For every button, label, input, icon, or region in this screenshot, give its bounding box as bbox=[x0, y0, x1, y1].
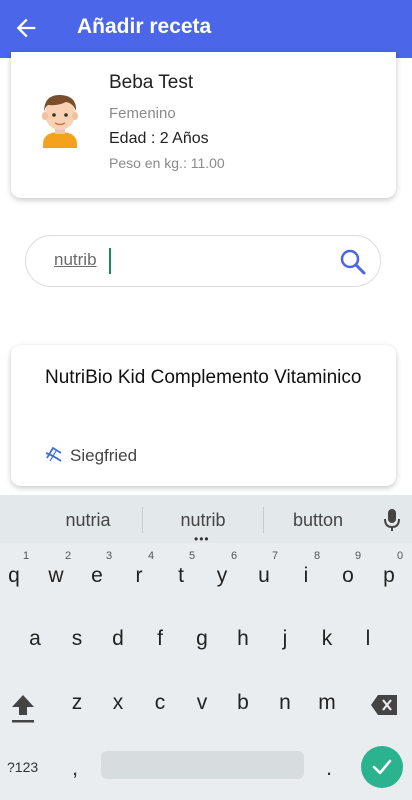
key-i[interactable]: i bbox=[288, 564, 324, 588]
key-hint: 0 bbox=[396, 550, 404, 562]
period-key[interactable]: . bbox=[326, 755, 332, 781]
key-hint: 9 bbox=[354, 550, 362, 562]
key-b[interactable]: b bbox=[225, 691, 261, 715]
divider bbox=[142, 507, 143, 533]
key-hint: 3 bbox=[105, 550, 113, 562]
key-q[interactable]: q bbox=[0, 564, 32, 588]
key-s[interactable]: s bbox=[59, 627, 95, 651]
key-h[interactable]: h bbox=[225, 627, 261, 651]
key-z[interactable]: z bbox=[59, 691, 95, 715]
patient-sex: Femenino bbox=[109, 105, 176, 122]
backspace-icon[interactable] bbox=[370, 694, 398, 716]
key-t[interactable]: t bbox=[163, 564, 199, 588]
patient-weight: Peso en kg.: 11.00 bbox=[109, 155, 225, 171]
search-input[interactable]: nutrib bbox=[54, 250, 97, 270]
enter-button[interactable] bbox=[361, 746, 403, 788]
comma-key[interactable]: , bbox=[72, 755, 78, 781]
key-hint: 5 bbox=[188, 550, 196, 562]
child-avatar-icon bbox=[42, 94, 78, 148]
key-hint: 1 bbox=[22, 550, 30, 562]
key-w[interactable]: w bbox=[38, 564, 74, 588]
patient-age: Edad : 2 Años bbox=[109, 130, 209, 147]
suggestion-2[interactable]: nutrib bbox=[155, 510, 251, 531]
key-n[interactable]: n bbox=[267, 691, 303, 715]
key-o[interactable]: o bbox=[330, 564, 366, 588]
key-d[interactable]: d bbox=[100, 627, 136, 651]
more-suggestions-icon[interactable]: ••• bbox=[194, 533, 210, 545]
back-arrow-icon[interactable] bbox=[12, 14, 40, 42]
key-p[interactable]: p bbox=[371, 564, 407, 588]
soft-keyboard: nutria nutrib ••• button 1 2 3 4 5 6 7 8… bbox=[0, 495, 412, 800]
suggestion-strip: nutria nutrib ••• button bbox=[0, 495, 412, 545]
key-j[interactable]: j bbox=[267, 627, 303, 651]
key-y[interactable]: y bbox=[204, 564, 240, 588]
product-title: NutriBio Kid Complemento Vitaminico bbox=[45, 367, 362, 388]
patient-name: Beba Test bbox=[109, 72, 194, 93]
key-e[interactable]: e bbox=[79, 564, 115, 588]
symbols-key[interactable]: ?123 bbox=[7, 759, 38, 775]
text-cursor bbox=[109, 248, 111, 274]
key-g[interactable]: g bbox=[184, 627, 220, 651]
key-hint: 6 bbox=[230, 550, 238, 562]
search-icon[interactable] bbox=[339, 248, 367, 276]
key-k[interactable]: k bbox=[309, 627, 345, 651]
key-c[interactable]: c bbox=[142, 691, 178, 715]
microphone-icon[interactable] bbox=[383, 508, 401, 532]
app-bar: Añadir receta bbox=[0, 0, 412, 58]
suggestion-1[interactable]: nutria bbox=[40, 510, 136, 531]
key-hint: 8 bbox=[313, 550, 321, 562]
search-bar[interactable]: nutrib bbox=[25, 235, 381, 287]
key-hint: 7 bbox=[271, 550, 279, 562]
key-r[interactable]: r bbox=[121, 564, 157, 588]
key-u[interactable]: u bbox=[246, 564, 282, 588]
suggestion-3[interactable]: button bbox=[270, 510, 366, 531]
product-brand: Siegfried bbox=[70, 446, 138, 465]
key-hint: 4 bbox=[147, 550, 155, 562]
key-m[interactable]: m bbox=[309, 691, 345, 715]
key-l[interactable]: l bbox=[350, 627, 386, 651]
brand-logo-icon bbox=[45, 446, 62, 462]
divider bbox=[263, 507, 264, 533]
patient-card: Beba Test Femenino Edad : 2 Años Peso en… bbox=[11, 52, 396, 198]
checkmark-icon bbox=[372, 759, 392, 775]
spacebar[interactable] bbox=[101, 751, 304, 779]
key-x[interactable]: x bbox=[100, 691, 136, 715]
product-result-card[interactable]: NutriBio Kid Complemento Vitaminico Sieg… bbox=[11, 345, 396, 486]
key-hint: 2 bbox=[64, 550, 72, 562]
key-v[interactable]: v bbox=[184, 691, 220, 715]
key-f[interactable]: f bbox=[142, 627, 178, 651]
shift-icon[interactable] bbox=[10, 691, 36, 725]
page-title: Añadir receta bbox=[77, 15, 212, 38]
key-a[interactable]: a bbox=[17, 627, 53, 651]
